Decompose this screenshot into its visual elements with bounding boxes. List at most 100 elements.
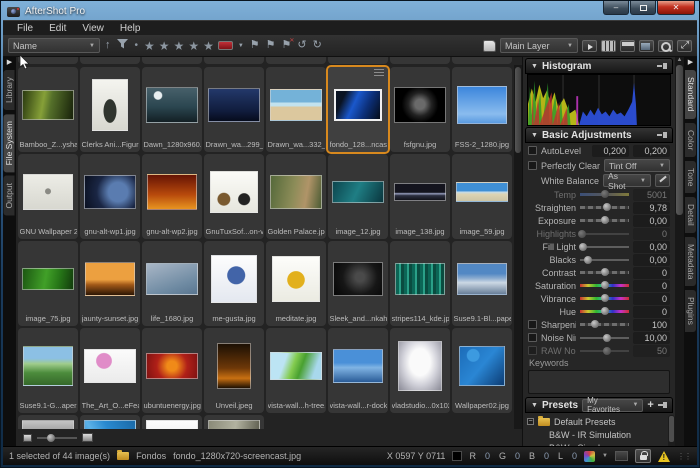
slider-knob[interactable]: [603, 203, 611, 211]
thumbnail-cell[interactable]: ubuntuenergy.jpg: [142, 328, 202, 413]
slider-value[interactable]: 0,00: [633, 241, 670, 253]
slider-knob[interactable]: [591, 320, 599, 328]
slider-knob[interactable]: [601, 190, 609, 198]
preset-item[interactable]: B&W - IR Simulation: [527, 428, 671, 441]
add-preset-button[interactable]: +: [647, 399, 653, 411]
star-2-icon[interactable]: ★: [159, 39, 170, 53]
thumbnail-cell[interactable]: vladstudio...0x1024.jpg: [390, 328, 450, 413]
slider-knob[interactable]: [603, 347, 611, 355]
panel-tab-plugins[interactable]: Plugins: [685, 290, 696, 332]
maximize-button[interactable]: [630, 1, 656, 15]
slider-knob[interactable]: [578, 230, 586, 238]
grid-scrollbar[interactable]: [514, 65, 522, 429]
grid-scrollbar-thumb[interactable]: [515, 67, 521, 153]
panel-scrollbar-thumb[interactable]: [676, 65, 683, 215]
thumbnail-cell[interactable]: [18, 415, 78, 429]
thumbnail-cell[interactable]: Drawn_wa...299_.jpg: [204, 67, 264, 152]
color-label-dropdown-icon[interactable]: ▼: [237, 43, 245, 49]
thumbnail-cell[interactable]: life_1680.jpg: [142, 241, 202, 326]
preview-view-icon[interactable]: [639, 40, 654, 52]
minimize-button[interactable]: –: [603, 1, 629, 15]
autolevel-black-value[interactable]: 0,200: [592, 145, 629, 157]
slider-track[interactable]: [580, 350, 629, 352]
menu-item-view[interactable]: View: [74, 21, 112, 35]
panel-collapse-arrow-icon[interactable]: ▶: [7, 58, 12, 68]
scroll-up-icon[interactable]: ▲: [677, 57, 683, 65]
pick-flag-icon[interactable]: ⚑: [265, 40, 277, 51]
slider-value[interactable]: 0: [633, 293, 670, 305]
color-management-icon[interactable]: [584, 451, 595, 462]
thumbnail-cell[interactable]: gnu-alt-wp2.jpg: [142, 154, 202, 239]
split-view-icon[interactable]: [620, 40, 635, 52]
thumbnail-view-icon[interactable]: [601, 40, 616, 52]
slider-value[interactable]: 0: [633, 228, 670, 240]
slider-knob[interactable]: [601, 268, 609, 276]
panel-tab-standard[interactable]: Standard: [685, 70, 696, 119]
slider-track[interactable]: [580, 233, 629, 235]
thumbnail-size-slider[interactable]: [37, 437, 77, 439]
pin-icon[interactable]: [657, 131, 667, 139]
dual-monitor-icon[interactable]: [615, 451, 628, 461]
slider-value[interactable]: 50: [633, 345, 670, 357]
slider-track[interactable]: [580, 297, 629, 300]
thumbnail-cell[interactable]: GNU Wallpaper 2.jpg: [18, 154, 78, 239]
flag-icon[interactable]: ⚑: [249, 40, 261, 51]
sort-field-dropdown[interactable]: Name ▼: [8, 38, 100, 53]
thumbnail-cell[interactable]: GnuTuxSof...on-v1.jpg: [204, 154, 264, 239]
slider-value[interactable]: 0: [633, 280, 670, 292]
slider-checkbox[interactable]: [528, 320, 537, 329]
thumbnail-cell[interactable]: fondo_128...ncast.jpg: [328, 67, 388, 152]
panel-tab-metadata[interactable]: Metadata: [685, 237, 696, 286]
slider-knob[interactable]: [601, 281, 609, 289]
slideshow-icon[interactable]: [582, 40, 597, 52]
collapse-icon[interactable]: ▼: [531, 63, 538, 70]
pin-icon[interactable]: [657, 62, 667, 70]
slider-value[interactable]: 0: [633, 306, 670, 318]
sidebar-tab-output[interactable]: Output: [4, 176, 15, 216]
menu-item-edit[interactable]: Edit: [41, 21, 74, 35]
thumbnail-cell[interactable]: jaunty-sunset.jpg: [80, 241, 140, 326]
slider-knob[interactable]: [579, 243, 587, 251]
thumbnail-cell[interactable]: Wallpaper02.jpg: [452, 328, 512, 413]
slider-value[interactable]: 0,00: [633, 215, 670, 227]
collapse-tree-icon[interactable]: −: [527, 418, 534, 425]
collapse-icon[interactable]: ▼: [531, 132, 538, 139]
menu-item-file[interactable]: File: [9, 21, 41, 35]
thumbnail-cell[interactable]: stripes114_kde.jpg: [390, 241, 450, 326]
collapse-icon[interactable]: ▼: [531, 402, 538, 409]
histogram-header[interactable]: ▼ Histogram: [525, 58, 673, 74]
slider-track[interactable]: [580, 337, 629, 339]
star-5-icon[interactable]: ★: [203, 39, 214, 53]
thumbnail-cell[interactable]: Suse9.1-G...apers.jpg: [18, 328, 78, 413]
panel-scrollbar[interactable]: ▲: [675, 57, 684, 446]
slider-track[interactable]: [580, 284, 629, 287]
no-rating-icon[interactable]: •: [133, 40, 141, 51]
thumbnail-cell[interactable]: image_59.jpg: [452, 154, 512, 239]
current-folder[interactable]: Fondos: [136, 451, 166, 461]
basic-adjustments-header[interactable]: ▼ Basic Adjustments: [525, 127, 673, 143]
thumbnail-size-knob[interactable]: [47, 434, 55, 442]
thumbnail-cell[interactable]: [142, 415, 202, 429]
slider-checkbox[interactable]: [528, 333, 537, 342]
slider-value[interactable]: 9,78: [633, 202, 670, 214]
white-balance-dropdown[interactable]: As Shot ▼: [603, 174, 651, 187]
slider-track[interactable]: [580, 219, 629, 222]
warning-icon[interactable]: [658, 451, 670, 462]
sort-direction-icon[interactable]: ↑: [104, 40, 112, 51]
slider-knob[interactable]: [603, 334, 611, 342]
preset-scrollbar-thumb[interactable]: [669, 416, 674, 442]
slider-knob[interactable]: [601, 294, 609, 302]
small-thumbnail-icon[interactable]: [23, 434, 32, 442]
perfectly-clear-checkbox[interactable]: [528, 161, 537, 170]
thumbnail-cell[interactable]: The_Art_O...eFear.jpg: [80, 328, 140, 413]
thumbnail-cell[interactable]: image_75.jpg: [18, 241, 78, 326]
star-4-icon[interactable]: ★: [188, 39, 199, 53]
slider-value[interactable]: 100: [633, 319, 670, 331]
slider-track[interactable]: [580, 206, 629, 209]
thumbnail-cell[interactable]: Golden Palace.jpg: [266, 154, 326, 239]
rotate-right-icon[interactable]: ↻: [312, 40, 323, 51]
thumbnail-cell[interactable]: [80, 415, 140, 429]
slider-track[interactable]: [580, 246, 629, 248]
preset-folder-row[interactable]: − Default Presets: [527, 415, 671, 428]
thumbnail-cell[interactable]: Dawn_1280x960.jpg: [142, 67, 202, 152]
